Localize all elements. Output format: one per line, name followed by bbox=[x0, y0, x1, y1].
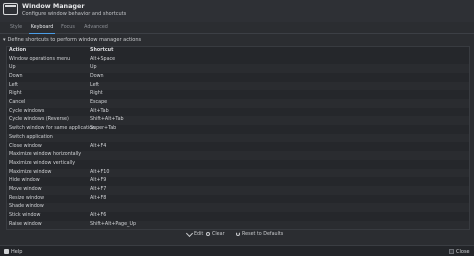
row-action: Window operations menu bbox=[9, 56, 71, 62]
row-action: Hide window bbox=[9, 178, 40, 184]
help-icon bbox=[4, 249, 9, 254]
table-header: Action Shortcut bbox=[7, 47, 469, 55]
chevron-down-icon: ▾ bbox=[3, 37, 6, 43]
row-shortcut: Right bbox=[90, 91, 103, 97]
row-action: Resize window bbox=[9, 195, 45, 201]
table-row[interactable]: Cancel Escape bbox=[7, 99, 469, 108]
row-action: Left bbox=[9, 82, 19, 88]
table-row[interactable]: Down Down bbox=[7, 73, 469, 82]
row-action: Maximize window vertically bbox=[9, 160, 76, 166]
row-action: Maximize window bbox=[9, 169, 52, 175]
close-icon bbox=[449, 249, 454, 254]
table-row[interactable]: Resize window Alt+F8 bbox=[7, 195, 469, 204]
table-row[interactable]: Maximize window horizontally bbox=[7, 151, 469, 160]
table-row[interactable]: Switch application bbox=[7, 133, 469, 143]
row-shortcut: Alt+F8 bbox=[90, 195, 107, 201]
tab-keyboard[interactable]: Keyboard bbox=[29, 23, 55, 34]
tab-bar: Style Keyboard Focus Advanced bbox=[0, 22, 474, 34]
row-shortcut: Super+Tab bbox=[90, 126, 117, 132]
close-button-label: Close bbox=[456, 249, 470, 255]
row-action: Down bbox=[9, 73, 23, 79]
help-button[interactable]: Help bbox=[4, 248, 22, 256]
row-action: Switch window for same application bbox=[9, 126, 96, 132]
row-shortcut: Alt+F7 bbox=[90, 187, 107, 192]
table-row[interactable]: Close window Alt+F4 bbox=[7, 143, 469, 152]
row-shortcut: Alt+F6 bbox=[90, 213, 107, 219]
row-action: Raise window bbox=[9, 221, 42, 227]
row-shortcut: Alt+Space bbox=[90, 56, 116, 62]
row-action: Up bbox=[9, 65, 16, 71]
window-manager-icon bbox=[3, 3, 18, 15]
edit-icon bbox=[185, 229, 194, 238]
page-title: Window Manager bbox=[22, 2, 85, 10]
row-action: Maximize window horizontally bbox=[9, 152, 82, 158]
tab-advanced[interactable]: Advanced bbox=[82, 23, 110, 33]
table-row[interactable]: Cycle windows Alt+Tab bbox=[7, 108, 469, 117]
row-action: Stick window bbox=[9, 213, 41, 219]
table-row[interactable]: Maximize window vertically bbox=[7, 160, 469, 169]
row-action: Cancel bbox=[9, 100, 26, 105]
edit-button-label: Edit bbox=[194, 232, 204, 237]
table-row[interactable]: Raise window Shift+Alt+Page_Up bbox=[7, 220, 469, 230]
row-action: Cycle windows bbox=[9, 108, 45, 114]
column-header-action: Action bbox=[9, 48, 27, 53]
table-row[interactable]: Window operations menu Alt+Space bbox=[7, 56, 469, 65]
row-action: Right bbox=[9, 91, 22, 97]
row-shortcut: Down bbox=[90, 73, 104, 79]
table-row[interactable]: Maximize window Alt+F10 bbox=[7, 168, 469, 178]
table-row[interactable]: Left Left bbox=[7, 81, 469, 91]
row-shortcut: Shift+Alt+Tab bbox=[90, 117, 124, 123]
row-action: Cycle windows (Reverse) bbox=[9, 117, 69, 123]
reset-to-defaults-button[interactable]: Reset to Defaults bbox=[236, 231, 283, 239]
tab-style[interactable]: Style bbox=[6, 23, 26, 33]
tab-focus[interactable]: Focus bbox=[59, 23, 77, 33]
clear-icon bbox=[206, 231, 210, 236]
edit-button[interactable]: Edit bbox=[185, 229, 204, 239]
table-row[interactable]: Shade window bbox=[7, 203, 469, 213]
section-header: ▾ Define shortcuts to perform window mana… bbox=[3, 37, 141, 43]
row-action: Close window bbox=[9, 143, 42, 149]
footer: Help Close bbox=[0, 245, 474, 256]
row-action: Move window bbox=[9, 187, 42, 192]
row-shortcut: Left bbox=[90, 82, 100, 88]
row-shortcut: Alt+F9 bbox=[90, 178, 107, 184]
action-buttons: Edit Clear Reset to Defaults bbox=[0, 229, 474, 239]
clear-button[interactable]: Clear bbox=[206, 231, 225, 239]
row-shortcut: Alt+F4 bbox=[90, 143, 107, 149]
table-row[interactable]: Switch window for same application Super+… bbox=[7, 125, 469, 134]
page-subtitle: Configure window behavior and shortcuts bbox=[22, 11, 127, 17]
reset-icon bbox=[236, 231, 240, 236]
row-shortcut: Alt+Tab bbox=[90, 108, 109, 114]
table-row[interactable]: Cycle windows (Reverse) Shift+Alt+Tab bbox=[7, 116, 469, 126]
section-label: Define shortcuts to perform window manag… bbox=[7, 37, 142, 43]
row-shortcut: Alt+F10 bbox=[90, 169, 110, 175]
shortcuts-table: Action Shortcut Window operations menu Al… bbox=[6, 46, 470, 230]
close-button[interactable]: Close bbox=[449, 248, 470, 256]
table-row[interactable]: Right Right bbox=[7, 90, 469, 99]
column-header-shortcut: Shortcut bbox=[90, 48, 114, 53]
row-shortcut: Escape bbox=[90, 100, 108, 105]
row-shortcut: Shift+Alt+Page_Up bbox=[90, 221, 137, 227]
row-shortcut: Up bbox=[90, 65, 97, 71]
table-row[interactable]: Move window Alt+F7 bbox=[7, 186, 469, 195]
table-row[interactable]: Stick window Alt+F6 bbox=[7, 212, 469, 221]
help-button-label: Help bbox=[11, 249, 23, 255]
table-row[interactable]: Hide window Alt+F9 bbox=[7, 177, 469, 186]
row-action: Switch application bbox=[9, 134, 53, 140]
clear-button-label: Clear bbox=[212, 232, 225, 237]
reset-button-label: Reset to Defaults bbox=[242, 232, 284, 237]
table-row[interactable]: Up Up bbox=[7, 64, 469, 73]
row-action: Shade window bbox=[9, 204, 44, 210]
header: Window Manager Configure window behavior… bbox=[0, 0, 474, 22]
